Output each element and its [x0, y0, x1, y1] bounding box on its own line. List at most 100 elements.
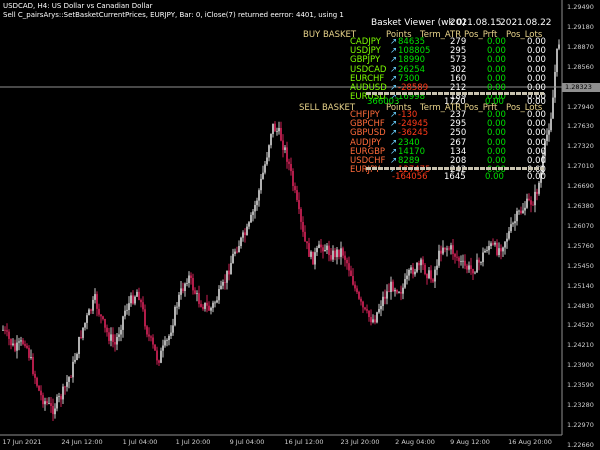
candle-body — [426, 274, 428, 279]
basket-date-to: 2021.08.22 — [500, 18, 552, 28]
error-log-line: Sell C_pairsArys::SetBasketCurrentPrices… — [3, 11, 344, 19]
candle-body — [464, 260, 466, 266]
candle-body — [376, 312, 378, 323]
sell-total-atr: 1645 — [444, 172, 466, 182]
candle-body — [352, 276, 354, 285]
candle-body — [104, 319, 106, 328]
candle-body — [274, 123, 276, 132]
chart-window[interactable]: USDCAD, H4: US Dollar vs Canadian Dollar… — [0, 0, 600, 450]
candle-body — [108, 332, 110, 341]
candle-body — [242, 232, 244, 238]
candle-body — [76, 354, 78, 360]
candle-body — [480, 262, 482, 263]
candle-body — [266, 157, 268, 165]
candle-body — [404, 279, 406, 288]
candle-body — [184, 283, 186, 291]
candle-body — [148, 334, 150, 337]
candle-body — [200, 303, 202, 307]
candle-body — [498, 248, 500, 255]
price-chart[interactable] — [0, 0, 600, 450]
candle-body — [452, 245, 454, 254]
candle-body — [516, 211, 518, 222]
candle-body — [398, 292, 400, 293]
candle-body — [14, 343, 16, 351]
candle-body — [406, 275, 408, 280]
candle-body — [170, 332, 172, 336]
time-tick: 9 Jul 04:00 — [229, 438, 265, 446]
candle-body — [260, 178, 262, 191]
candle-body — [298, 200, 300, 210]
candle-body — [520, 210, 522, 214]
candle-body — [312, 251, 314, 265]
candle-body — [454, 254, 456, 257]
candle-body — [534, 191, 536, 206]
candle-body — [408, 270, 410, 276]
candle-body — [58, 396, 60, 397]
time-tick: 1 Jul 04:00 — [122, 438, 158, 446]
candle-body — [474, 272, 476, 274]
buy-separator — [366, 92, 544, 95]
candle-body — [162, 345, 164, 351]
time-tick: 24 Jun 12:00 — [61, 438, 103, 446]
candle-body — [206, 302, 208, 306]
candle-body — [322, 247, 324, 252]
candle-body — [394, 289, 396, 292]
candle-body — [136, 291, 138, 297]
time-tick: 1 Jul 20:00 — [175, 438, 211, 446]
candle-body — [130, 295, 132, 304]
candle-body — [500, 248, 502, 252]
candle-body — [92, 299, 94, 311]
candle-body — [180, 288, 182, 295]
candle-body — [60, 396, 62, 400]
candle-body — [88, 309, 90, 316]
time-tick: 9 Aug 12:00 — [450, 438, 490, 446]
candle-body — [278, 128, 280, 132]
candle-body — [4, 329, 6, 331]
candle-body — [52, 406, 54, 415]
price-tick: 1.27010 — [567, 162, 594, 171]
candle-body — [324, 250, 326, 252]
candle-body — [296, 190, 298, 201]
candle-body — [366, 309, 368, 311]
price-tick: 1.23590 — [567, 381, 594, 390]
candle-body — [346, 259, 348, 264]
candle-body — [186, 283, 188, 284]
candle-body — [318, 244, 320, 248]
candle-body — [488, 246, 490, 251]
candle-body — [188, 275, 190, 283]
basket-date-from: 2021.08.15 — [450, 18, 502, 28]
candle-body — [314, 252, 316, 265]
candle-body — [166, 340, 168, 341]
candle-body — [194, 290, 196, 294]
candle-body — [364, 307, 366, 310]
candle-body — [546, 134, 548, 141]
candle-body — [288, 161, 290, 164]
candle-body — [154, 344, 156, 351]
candle-body — [334, 250, 336, 258]
candle-body — [292, 171, 294, 186]
candle-body — [424, 264, 426, 274]
candle-body — [344, 255, 346, 260]
candle-body — [552, 97, 554, 119]
candle-body — [332, 250, 334, 260]
candle-body — [56, 396, 58, 409]
candle-body — [218, 289, 220, 301]
candle-body — [202, 306, 204, 309]
candle-body — [550, 118, 552, 131]
candle-body — [22, 340, 24, 345]
candle-body — [306, 241, 308, 244]
candle-body — [320, 244, 322, 248]
candle-body — [502, 247, 504, 252]
candle-body — [386, 291, 388, 299]
candle-body — [536, 191, 538, 194]
candle-body — [486, 250, 488, 251]
candle-body — [174, 307, 176, 326]
candle-body — [24, 344, 26, 346]
candle-body — [210, 307, 212, 311]
candle-body — [284, 147, 286, 150]
candle-body — [44, 401, 46, 405]
time-tick: 16 Jul 12:00 — [284, 438, 324, 446]
candle-body — [90, 309, 92, 311]
candle-body — [126, 309, 128, 311]
candle-body — [442, 247, 444, 254]
